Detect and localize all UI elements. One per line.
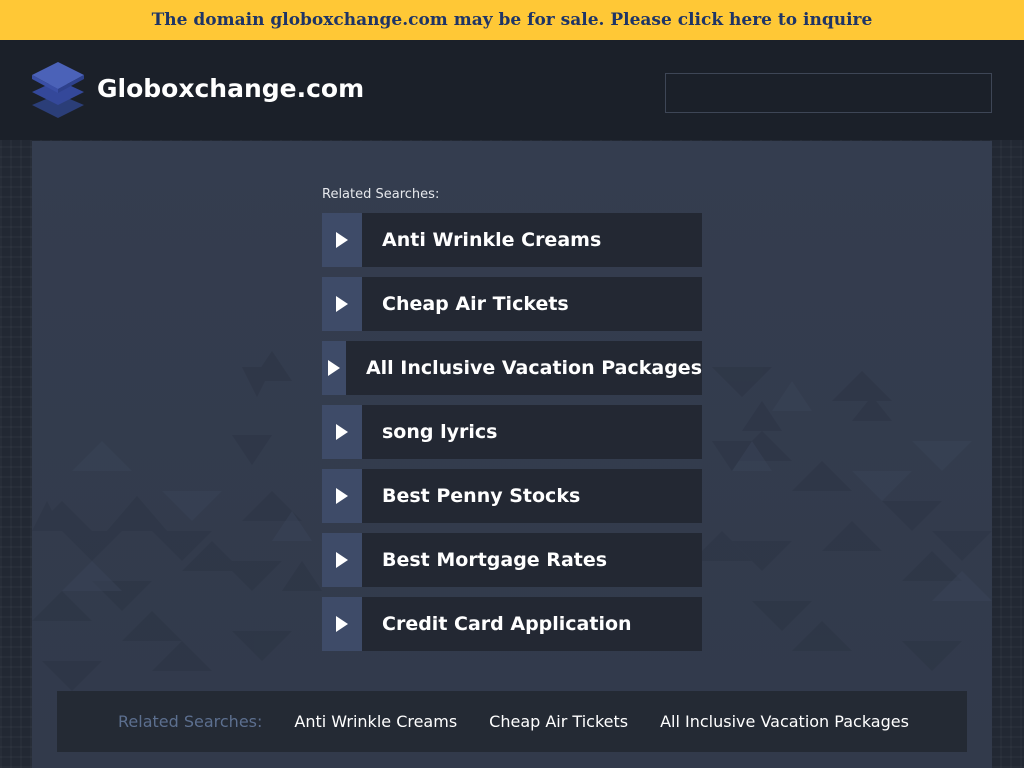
footer-related-bar: Related Searches: Anti Wrinkle Creams Ch…: [57, 691, 967, 752]
play-arrow-icon: [322, 533, 362, 587]
play-arrow-icon: [322, 469, 362, 523]
related-link[interactable]: Credit Card Application: [322, 597, 702, 651]
related-searches-label: Related Searches:: [322, 187, 440, 202]
site-title: Globoxchange.com: [97, 74, 365, 103]
footer-related-link[interactable]: Anti Wrinkle Creams: [294, 712, 457, 731]
domain-sale-link[interactable]: The domain globoxchange.com may be for s…: [152, 10, 873, 30]
related-link[interactable]: song lyrics: [322, 405, 702, 459]
related-link-label: Best Penny Stocks: [362, 469, 702, 523]
play-arrow-icon: [322, 597, 362, 651]
related-link[interactable]: All Inclusive Vacation Packages: [322, 341, 702, 395]
site-header: Globoxchange.com: [0, 40, 1024, 140]
related-link[interactable]: Cheap Air Tickets: [322, 277, 702, 331]
footer-related-label: Related Searches:: [118, 712, 263, 731]
related-link-label: Best Mortgage Rates: [362, 533, 702, 587]
domain-sale-banner[interactable]: The domain globoxchange.com may be for s…: [0, 0, 1024, 40]
related-link-label: All Inclusive Vacation Packages: [345, 341, 702, 395]
related-link[interactable]: Best Mortgage Rates: [322, 533, 702, 587]
play-arrow-icon: [322, 277, 362, 331]
main-content: Related Searches: Anti Wrinkle Creams Ch…: [32, 141, 992, 768]
stacked-layers-icon: [32, 62, 84, 118]
play-arrow-icon: [322, 341, 346, 395]
related-link-label: song lyrics: [362, 405, 702, 459]
related-links-list: Anti Wrinkle Creams Cheap Air Tickets Al…: [322, 213, 702, 661]
play-arrow-icon: [322, 213, 362, 267]
play-arrow-icon: [322, 405, 362, 459]
related-link-label: Anti Wrinkle Creams: [362, 213, 702, 267]
related-link[interactable]: Anti Wrinkle Creams: [322, 213, 702, 267]
footer-related-link[interactable]: Cheap Air Tickets: [489, 712, 628, 731]
related-link[interactable]: Best Penny Stocks: [322, 469, 702, 523]
related-link-label: Credit Card Application: [362, 597, 702, 651]
related-link-label: Cheap Air Tickets: [362, 277, 702, 331]
search-input[interactable]: [665, 73, 992, 113]
footer-related-link[interactable]: All Inclusive Vacation Packages: [660, 712, 909, 731]
